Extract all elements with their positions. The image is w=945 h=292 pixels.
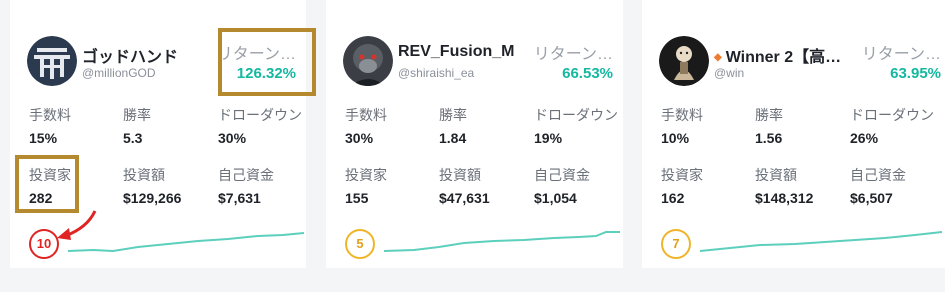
own-funds-value: $7,631 (218, 190, 261, 206)
investment-value: $129,266 (123, 190, 182, 206)
trader-handle: @win (714, 66, 745, 80)
investment-value: $148,312 (755, 190, 814, 206)
own-funds-label: 自己資金 (534, 167, 590, 183)
fee-value: 10% (661, 130, 690, 146)
own-funds-label: 自己資金 (218, 167, 274, 183)
sparkline (68, 232, 304, 253)
return-value: 66.53% (562, 65, 613, 82)
avatar-gorilla-avatar-icon[interactable] (343, 36, 393, 86)
fee-value: 30% (345, 130, 374, 146)
drawdown-label: ドローダウン (534, 107, 618, 123)
annotation-arrow-icon (57, 210, 97, 240)
drawdown-value: 26% (850, 130, 879, 146)
fee-label: 手数料 (661, 107, 703, 123)
avatar-character-avatar-icon[interactable] (659, 36, 709, 86)
investment-value: $47,631 (439, 190, 490, 206)
own-funds-value: $6,507 (850, 190, 893, 206)
investors-value: 155 (345, 190, 369, 206)
own-funds-value: $1,054 (534, 190, 577, 206)
trader-card-2[interactable]: REV_Fusion_M @shiraishi_ea リターン… 66.53% … (326, 0, 623, 268)
win-rate-value: 1.84 (439, 130, 467, 146)
return-label: リターン… (533, 46, 613, 63)
trader-name[interactable]: REV_Fusion_M (398, 43, 514, 61)
investors-value: 162 (661, 190, 685, 206)
sparkline (700, 231, 942, 252)
win-rate-value: 1.56 (755, 130, 783, 146)
return-label: リターン… (861, 46, 941, 63)
trader-handle: @shiraishi_ea (398, 66, 475, 80)
trader-handle: @millionGOD (82, 66, 156, 80)
investment-label: 投資額 (123, 167, 165, 183)
win-rate-label: 勝率 (755, 107, 783, 123)
rank-badge: 5 (345, 229, 375, 259)
drawdown-label: ドローダウン (850, 107, 934, 123)
fee-label: 手数料 (345, 107, 387, 123)
win-rate-label: 勝率 (439, 107, 467, 123)
fee-value: 15% (29, 130, 58, 146)
own-funds-label: 自己資金 (850, 167, 906, 183)
win-rate-value: 5.3 (123, 130, 143, 146)
trader-card-3[interactable]: ◆ Winner 2【高… @win リターン… 63.95% 手数料 10% 勝… (642, 0, 945, 268)
win-rate-label: 勝率 (123, 107, 151, 123)
avatar-crest-logo-icon[interactable] (27, 36, 77, 86)
drawdown-label: ドローダウン (218, 107, 302, 123)
trader-name-text: Winner 2【高… (725, 49, 842, 66)
annotation-box-investors (15, 155, 79, 213)
drawdown-value: 30% (218, 130, 247, 146)
fee-label: 手数料 (29, 107, 71, 123)
trader-name[interactable]: ◆ Winner 2【高… (714, 43, 841, 67)
sparkline (384, 231, 620, 252)
trader-name[interactable]: ゴッドハンド (82, 43, 178, 67)
annotation-box-return (218, 28, 316, 96)
investors-label: 投資家 (345, 167, 387, 183)
drawdown-value: 19% (534, 130, 563, 146)
investment-label: 投資額 (755, 167, 797, 183)
diamond-icon: ◆ (714, 52, 722, 63)
rank-badge: 7 (661, 229, 691, 259)
return-value: 63.95% (890, 65, 941, 82)
investors-label: 投資家 (661, 167, 703, 183)
investment-label: 投資額 (439, 167, 481, 183)
